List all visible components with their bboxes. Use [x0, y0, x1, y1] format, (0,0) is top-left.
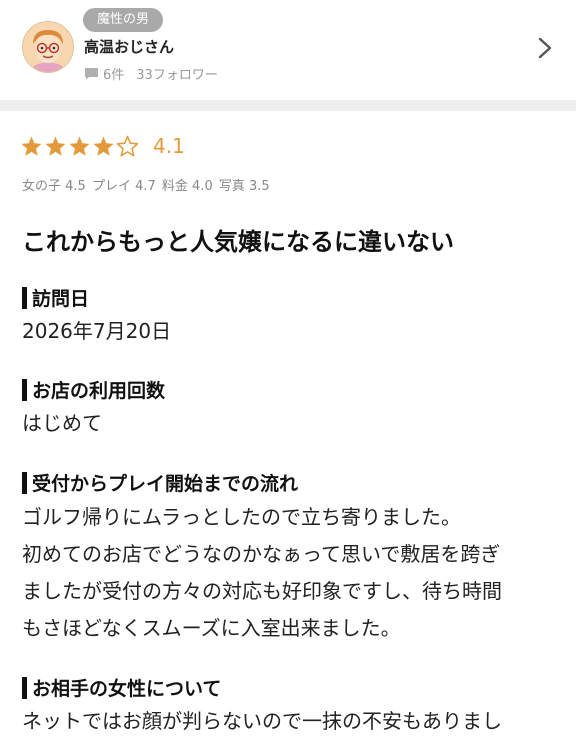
body-line: はじめて — [22, 411, 102, 435]
heading-bar — [22, 286, 27, 309]
follower-count: 33フォロワー — [136, 68, 218, 83]
section-heading-label: 訪問日 — [32, 288, 90, 310]
heading-bar — [22, 676, 27, 699]
star-filled-icon — [93, 135, 114, 156]
review-title: これからもっと人気嬢になるに違いない — [22, 228, 454, 256]
star-empty-icon — [116, 135, 139, 156]
heading-bar — [22, 378, 27, 401]
post-count: 6件 — [103, 68, 125, 83]
body-line: ネットではお顔が判らないので一抹の不安もありまし — [22, 709, 502, 733]
section-heading-flow: 受付からプレイ開始までの流れ — [22, 469, 298, 496]
score-photo: 写真 3.5 — [218, 179, 270, 194]
section-heading-label: お相手の女性について — [32, 678, 222, 700]
section-heading-visit-count: お店の利用回数 — [22, 376, 165, 403]
star-filled-icon — [21, 135, 42, 156]
user-stats: 6件 33フォロワー — [84, 64, 218, 83]
avatar[interactable] — [22, 21, 74, 73]
chevron-right-icon[interactable] — [535, 36, 555, 60]
section-body-visit-date: 2026年7月20日 — [22, 313, 562, 350]
reviewer-profile[interactable]: 魔性の男 高温おじさん 6件 33フォロワー — [0, 0, 576, 100]
body-line: 初めてのお店でどうなのかなぁって思いで敷居を跨ぎ — [22, 542, 501, 566]
section-heading-label: 受付からプレイ開始までの流れ — [32, 473, 299, 495]
section-body-visit-count: はじめて — [22, 405, 562, 442]
score-play: プレイ 4.7 — [91, 179, 156, 194]
heading-bar — [22, 471, 27, 494]
body-line: ゴルフ帰りにムラっとしたので立ち寄りました。 — [22, 505, 461, 529]
section-heading-partner: お相手の女性について — [22, 674, 221, 701]
section-body-flow: ゴルフ帰りにムラっとしたので立ち寄りました。 初めてのお店でどうなのかなぁって思… — [22, 499, 562, 647]
rating-score: 4.1 — [153, 134, 185, 158]
body-line: もさほどなくスムーズに入室出来ました。 — [22, 616, 401, 640]
star-filled-icon — [69, 135, 90, 156]
body-line: 2026年7月20日 — [22, 319, 172, 343]
section-heading-visit-date: 訪問日 — [22, 284, 89, 311]
section-body-partner: ネットではお顔が判らないので一抹の不安もありまし — [22, 703, 562, 740]
score-price: 料金 4.0 — [161, 179, 213, 194]
section-divider — [0, 100, 576, 111]
comment-icon — [85, 68, 98, 80]
star-rating: 4.1 — [20, 134, 185, 158]
user-title-badge: 魔性の男 — [83, 8, 164, 32]
score-girl: 女の子 4.5 — [22, 179, 86, 194]
star-filled-icon — [45, 135, 66, 156]
body-line: ましたが受付の方々の対応も好印象ですし、待ち時間 — [22, 579, 502, 603]
section-heading-label: お店の利用回数 — [32, 380, 166, 402]
username[interactable]: 高温おじさん — [84, 36, 174, 57]
sub-scores: 女の子 4.5 プレイ 4.7 料金 4.0 写真 3.5 — [22, 175, 272, 194]
